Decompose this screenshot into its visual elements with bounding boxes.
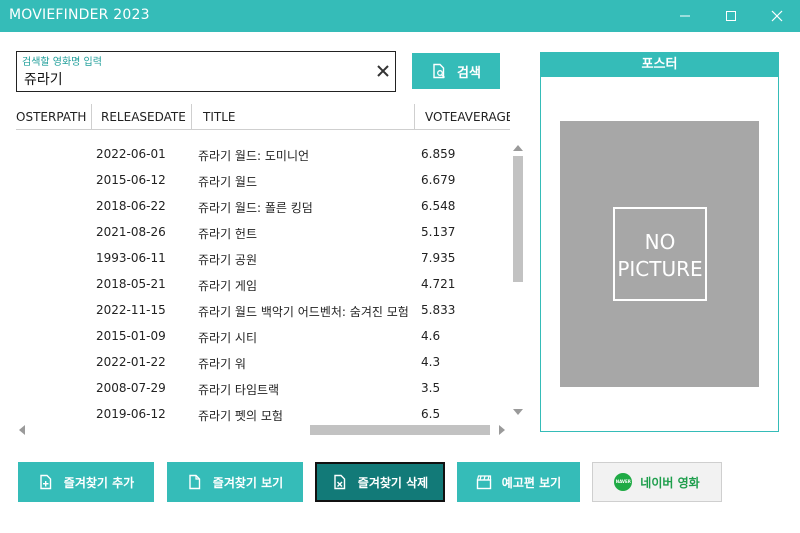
maximize-button[interactable] [708,0,754,32]
no-picture-line1: NO [644,230,676,254]
poster-image: NO PICTURE [560,121,759,387]
cell-vote: 6.548 [421,199,456,213]
search-button-label: 검색 [457,65,481,81]
cell-title: 쥬라기 공원 [198,253,258,267]
table-row[interactable]: 2008-07-29 쥬라기 타임트랙 3.5 [16,376,510,402]
delete-favorite-button[interactable]: 즐겨찾기 삭제 [315,462,445,502]
cell-releasedate: 2018-05-21 [96,277,166,291]
table-row[interactable]: 1993-06-11 쥬라기 공원 7.935 [16,246,510,272]
no-picture-line2: PICTURE [617,257,703,281]
cell-vote: 7.935 [421,251,456,265]
clapperboard-icon [476,475,491,490]
poster-panel: 포스터 NO PICTURE [540,52,779,432]
title-bar: MOVIEFINDER 2023 [0,0,800,32]
movie-grid[interactable]: OSTERPATH RELEASEDATE TITLE VOTEAVERAGE … [16,104,510,440]
cell-title: 쥬라기 월드: 도미니언 [198,149,310,163]
no-picture-placeholder: NO PICTURE [613,207,707,301]
cell-releasedate: 2022-01-22 [96,355,166,369]
cell-title: 쥬라기 헌트 [198,227,258,241]
file-add-icon [40,474,51,490]
cell-releasedate: 2022-06-01 [96,147,166,161]
view-favorites-label: 즐겨찾기 보기 [212,475,284,490]
cell-vote: 4.3 [421,355,441,369]
cell-title: 쥬라기 시티 [198,331,258,345]
table-row[interactable]: 2022-11-15 쥬라기 월드 백악기 어드벤처: 숨겨진 모험 5.833 [16,298,510,324]
cell-vote: 3.5 [421,381,441,395]
horizontal-scrollbar[interactable] [16,422,510,438]
file-icon [189,474,200,490]
poster-header: 포스터 [541,53,778,77]
table-row[interactable]: 2022-06-01 쥬라기 월드: 도미니언 6.859 [16,142,510,168]
close-window-button[interactable] [754,0,800,32]
grid-header: OSTERPATH RELEASEDATE TITLE VOTEAVERAGE [16,104,510,130]
table-row[interactable]: 2022-01-22 쥬라기 워 4.3 [16,350,510,376]
scroll-up-icon[interactable] [512,144,524,152]
cell-releasedate: 2015-01-09 [96,329,166,343]
search-button[interactable]: 검색 [412,53,500,89]
minimize-icon [680,15,690,17]
cell-vote: 6.5 [421,407,441,421]
trailer-button[interactable]: 예고편 보기 [457,462,580,502]
cell-title: 쥬라기 월드 백악기 어드벤처: 숨겨진 모험 [198,305,409,319]
naver-movie-button[interactable]: NAVER 네이버 영화 [592,462,722,502]
minimize-button[interactable] [662,0,708,32]
vertical-scroll-thumb[interactable] [513,156,523,282]
file-search-icon [433,63,446,79]
cell-releasedate: 2021-08-26 [96,225,166,239]
view-favorites-button[interactable]: 즐겨찾기 보기 [167,462,303,502]
file-delete-icon [334,474,345,490]
cell-title: 쥬라기 월드: 폴른 킹덤 [198,201,313,215]
cell-releasedate: 2018-06-22 [96,199,166,213]
maximize-icon [726,11,736,21]
window-title: MOVIEFINDER 2023 [9,7,150,23]
cell-releasedate: 2015-06-12 [96,173,166,187]
scroll-left-icon[interactable] [18,424,26,436]
scroll-down-icon[interactable] [512,408,524,416]
table-row[interactable]: 2018-06-22 쥬라기 월드: 폴른 킹덤 6.548 [16,194,510,220]
naver-movie-label: 네이버 영화 [640,475,700,490]
cell-title: 쥬라기 워 [198,357,246,371]
horizontal-scroll-thumb[interactable] [310,425,490,435]
close-icon [771,10,783,22]
cell-vote: 5.137 [421,225,456,239]
cell-releasedate: 2019-06-12 [96,407,166,421]
cell-releasedate: 2008-07-29 [96,381,166,395]
clear-icon[interactable] [375,63,391,79]
cell-title: 쥬라기 게임 [198,279,258,293]
table-row[interactable]: 2015-01-09 쥬라기 시티 4.6 [16,324,510,350]
column-header-posterpath[interactable]: OSTERPATH [16,104,92,130]
column-header-releasedate[interactable]: RELEASEDATE [92,104,192,130]
cell-title: 쥬라기 월드 [198,175,258,189]
scroll-right-icon[interactable] [498,424,506,436]
search-hint: 검색할 영화명 입력 [22,57,102,68]
column-header-title[interactable]: TITLE [192,104,415,130]
cell-vote: 5.833 [421,303,456,317]
vertical-scrollbar[interactable] [510,144,526,420]
cell-vote: 4.721 [421,277,456,291]
cell-title: 쥬라기 타임트랙 [198,383,280,397]
cell-vote: 6.859 [421,147,456,161]
search-input[interactable] [24,69,364,89]
add-favorite-button[interactable]: 즐겨찾기 추가 [18,462,154,502]
search-box[interactable]: 검색할 영화명 입력 [16,51,396,92]
table-row[interactable]: 2021-08-26 쥬라기 헌트 5.137 [16,220,510,246]
cell-releasedate: 2022-11-15 [96,303,166,317]
trailer-label: 예고편 보기 [501,475,562,490]
add-favorite-label: 즐겨찾기 추가 [63,475,135,490]
table-row[interactable]: 2015-06-12 쥬라기 월드 6.679 [16,168,510,194]
cell-vote: 6.679 [421,173,456,187]
cell-releasedate: 1993-06-11 [96,251,166,265]
column-header-voteaverage[interactable]: VOTEAVERAGE [415,104,510,130]
table-row[interactable]: 2018-05-21 쥬라기 게임 4.721 [16,272,510,298]
naver-logo-icon: NAVER [614,473,633,491]
delete-favorite-label: 즐겨찾기 삭제 [357,475,429,490]
cell-vote: 4.6 [421,329,441,343]
